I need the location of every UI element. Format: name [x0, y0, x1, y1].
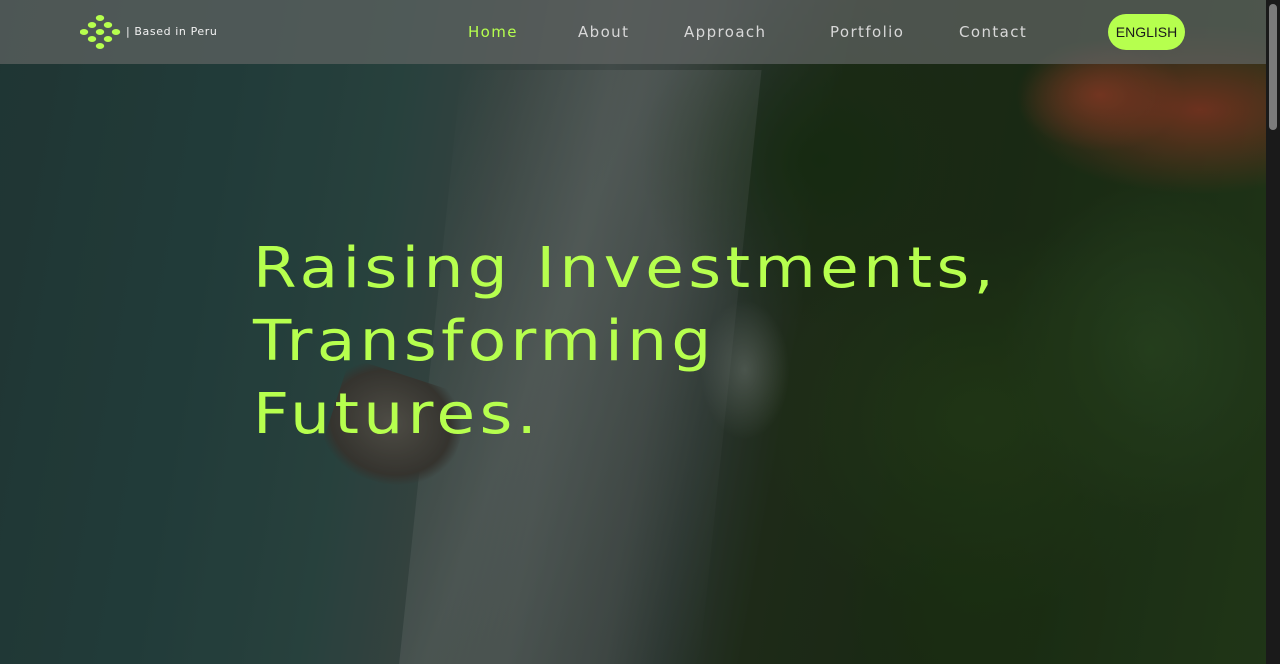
- hero-title-line-3: Futures.: [253, 382, 542, 447]
- nav-item-about[interactable]: About: [578, 23, 684, 41]
- nav-item-contact[interactable]: Contact: [959, 23, 1027, 41]
- hero-title-line-2: Transforming: [253, 309, 716, 374]
- dotted-diamond-logo-icon: [80, 15, 121, 49]
- scrollbar-thumb[interactable]: [1269, 4, 1277, 130]
- page-scrollbar[interactable]: [1266, 0, 1280, 664]
- hero-title-line-1: Raising Investments,: [253, 236, 999, 301]
- brand-tagline: | Based in Peru: [126, 24, 218, 38]
- main-nav: Home About Approach Portfolio Contact: [468, 23, 1027, 41]
- language-button[interactable]: ENGLISH: [1108, 14, 1185, 50]
- page: | Based in Peru Home About Approach Port…: [0, 0, 1280, 664]
- nav-item-home[interactable]: Home: [468, 23, 578, 41]
- nav-item-approach[interactable]: Approach: [684, 23, 830, 41]
- nav-item-portfolio[interactable]: Portfolio: [830, 23, 959, 41]
- hero-title: Raising Investments, Transforming Future…: [253, 232, 998, 451]
- logo[interactable]: | Based in Peru: [80, 13, 218, 51]
- navbar: | Based in Peru Home About Approach Port…: [0, 0, 1266, 64]
